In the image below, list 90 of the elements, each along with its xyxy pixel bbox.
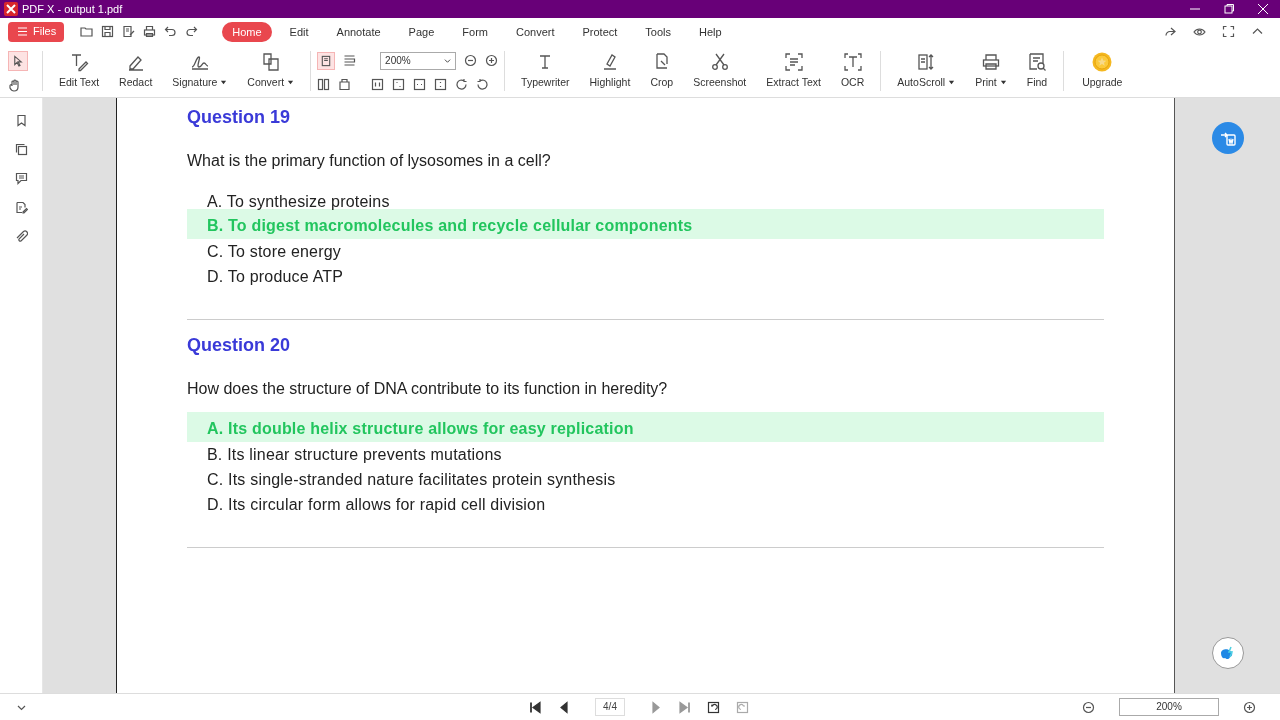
window-title: PDF X - output 1.pdf bbox=[22, 1, 123, 17]
save-icon[interactable] bbox=[101, 25, 115, 38]
actual-size-icon[interactable] bbox=[371, 77, 385, 91]
text-frame-icon bbox=[783, 51, 804, 72]
ocr-button[interactable]: OCR bbox=[836, 49, 869, 93]
print-button[interactable]: Print bbox=[971, 49, 1011, 93]
answer-option: A. To synthesize proteins bbox=[187, 187, 1104, 212]
cover-page-icon[interactable] bbox=[338, 77, 352, 91]
pages-icon[interactable] bbox=[14, 143, 28, 156]
ai-assistant-button[interactable] bbox=[1211, 637, 1244, 669]
ocr-icon bbox=[842, 51, 863, 72]
chevron-down-icon bbox=[444, 57, 452, 64]
redact-button[interactable]: Redact bbox=[115, 49, 157, 93]
redo-icon[interactable] bbox=[185, 25, 199, 38]
comment-icon[interactable] bbox=[14, 172, 28, 185]
share-icon[interactable] bbox=[1164, 25, 1177, 38]
menu-tab[interactable]: Edit bbox=[279, 21, 319, 42]
menu-tab[interactable]: Help bbox=[689, 21, 732, 42]
answer-option: D. To produce ATP bbox=[187, 262, 1104, 287]
folder-icon[interactable] bbox=[80, 25, 94, 38]
first-page-icon[interactable] bbox=[529, 700, 542, 714]
menu-tab[interactable]: Protect bbox=[572, 21, 628, 42]
extract-text-button[interactable]: Extract Text bbox=[762, 49, 825, 93]
coin-icon bbox=[1092, 51, 1113, 72]
menu-tab[interactable]: Annotate bbox=[326, 21, 391, 42]
zoom-field[interactable]: 200% bbox=[1119, 698, 1219, 716]
screenshot-button[interactable]: Screenshot bbox=[689, 49, 751, 93]
zoom-in-icon[interactable] bbox=[485, 54, 499, 67]
pointer-icon[interactable] bbox=[8, 50, 28, 71]
zoom-out-icon[interactable] bbox=[1082, 700, 1095, 714]
scissors-icon bbox=[709, 51, 730, 72]
next-page-icon[interactable] bbox=[649, 700, 662, 714]
question-title: Question 20 bbox=[187, 334, 292, 357]
answer-option: C. To store energy bbox=[187, 237, 1104, 262]
app-logo-icon bbox=[4, 2, 18, 16]
find-button[interactable]: Find bbox=[1022, 49, 1052, 93]
menu-tab[interactable]: Convert bbox=[505, 21, 565, 42]
single-page-icon[interactable] bbox=[317, 51, 336, 70]
hand-icon[interactable] bbox=[8, 78, 21, 92]
zoom-out-icon[interactable] bbox=[464, 54, 478, 67]
close-icon[interactable] bbox=[1258, 4, 1268, 14]
last-page-icon[interactable] bbox=[678, 700, 691, 714]
fit-page-icon[interactable] bbox=[392, 77, 406, 91]
restore-icon[interactable] bbox=[1224, 4, 1234, 14]
paperclip-icon[interactable] bbox=[14, 230, 28, 243]
menu-tab[interactable]: Tools bbox=[635, 21, 682, 42]
edit-text-button[interactable]: Edit Text bbox=[55, 49, 104, 93]
rotate-counterclockwise-icon[interactable] bbox=[476, 77, 490, 91]
text-pen-icon bbox=[69, 51, 90, 72]
two-page-icon[interactable] bbox=[317, 77, 331, 91]
find-document-icon bbox=[1026, 51, 1047, 72]
eye-icon[interactable] bbox=[1193, 25, 1206, 38]
fit-height-icon[interactable] bbox=[434, 77, 448, 91]
menu-tab[interactable]: Form bbox=[452, 21, 498, 42]
bookmark-icon[interactable] bbox=[14, 114, 28, 127]
continuous-page-icon[interactable] bbox=[343, 54, 357, 67]
menu-icon bbox=[16, 25, 29, 38]
signature-panel-icon[interactable] bbox=[14, 201, 28, 214]
answer-option: A. Its double helix structure allows for easy replication bbox=[187, 412, 1104, 442]
zoom-select[interactable]: 200% bbox=[380, 51, 457, 70]
answer-option: C. Its single-stranded nature facilitates protein synthesis bbox=[187, 465, 1104, 490]
question-text: What is the primary function of lysosomes in a cell? bbox=[187, 151, 552, 171]
convert-button[interactable]: Convert bbox=[243, 49, 299, 93]
answer-option: B. Its linear structure prevents mutations bbox=[187, 440, 1104, 465]
highlight-button[interactable]: Highlight bbox=[585, 49, 635, 93]
autoscroll-button[interactable]: AutoScroll bbox=[893, 49, 960, 93]
crop-button[interactable]: Crop bbox=[646, 49, 678, 93]
previous-page-icon[interactable] bbox=[558, 700, 571, 714]
signature-button[interactable]: Signature bbox=[168, 49, 232, 93]
documents-icon bbox=[260, 51, 281, 72]
typewriter-button[interactable]: Typewriter bbox=[517, 49, 574, 93]
printer-icon bbox=[980, 51, 1001, 72]
question-text: How does the structure of DNA contribute to its function in heredity? bbox=[187, 379, 669, 399]
menu-tab[interactable]: Home bbox=[222, 21, 272, 42]
rotate-clockwise-icon[interactable] bbox=[455, 77, 469, 91]
answer-option: D. Its circular form allows for rapid cell division bbox=[187, 490, 1104, 515]
edit-document-icon[interactable] bbox=[122, 25, 136, 38]
menu-tab[interactable]: Page bbox=[398, 21, 445, 42]
fit-width-icon[interactable] bbox=[413, 77, 427, 91]
printer-icon[interactable] bbox=[143, 25, 157, 38]
answer-option: B. To digest macromolecules and recycle cellular components bbox=[187, 209, 1104, 239]
page-number-field[interactable]: 4/4 bbox=[595, 698, 625, 716]
convert-to-word-button[interactable] bbox=[1211, 122, 1244, 154]
upgrade-button[interactable]: Upgrade bbox=[1078, 49, 1127, 93]
zoom-in-icon[interactable] bbox=[1243, 700, 1256, 714]
undo-icon[interactable] bbox=[164, 25, 178, 38]
previous-view-icon[interactable] bbox=[707, 700, 720, 714]
fullscreen-icon[interactable] bbox=[1222, 25, 1235, 38]
files-button[interactable]: Files bbox=[8, 21, 65, 42]
question-title: Question 19 bbox=[187, 106, 292, 129]
